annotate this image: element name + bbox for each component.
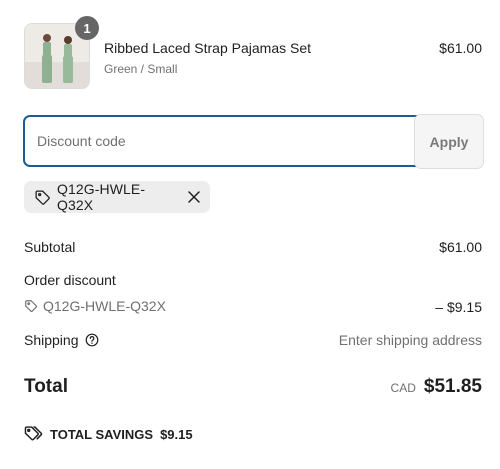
total-value: $51.85 — [423, 376, 482, 397]
product-variant: Green / Small — [104, 62, 178, 76]
shipping-row: Shipping — [24, 332, 99, 348]
applied-discount-chip: Q12G-HWLE-Q32X — [24, 181, 210, 213]
tag-icon — [24, 299, 38, 313]
applied-discount-code: Q12G-HWLE-Q32X — [57, 181, 146, 213]
help-icon[interactable] — [85, 333, 99, 347]
shipping-value: Enter shipping address — [338, 332, 482, 348]
tags-icon — [24, 425, 43, 443]
shipping-label: Shipping — [24, 332, 79, 348]
subtotal-label: Subtotal — [24, 239, 76, 255]
total-label: Total — [24, 376, 68, 397]
remove-discount-icon[interactable] — [187, 190, 201, 204]
savings-label: TOTAL SAVINGS — [50, 426, 154, 442]
total-savings: TOTAL SAVINGS $9.15 — [24, 425, 193, 443]
savings-value: $9.15 — [160, 426, 193, 442]
discount-code-input[interactable] — [23, 115, 423, 167]
discount-code-text: Q12G-HWLE-Q32X — [43, 298, 166, 314]
product-title: Ribbed Laced Strap Pajamas Set — [104, 40, 312, 56]
total-amount: CAD $51.85 — [391, 376, 482, 398]
tag-icon — [34, 189, 51, 206]
currency-code: CAD — [390, 381, 416, 395]
apply-button[interactable]: Apply — [414, 114, 484, 169]
discount-code-row: Q12G-HWLE-Q32X — [24, 298, 166, 314]
discount-value: – $9.15 — [435, 299, 482, 315]
subtotal-value: $61.00 — [439, 239, 482, 255]
quantity-badge: 1 — [75, 16, 99, 40]
product-price: $61.00 — [439, 40, 482, 56]
order-discount-label: Order discount — [24, 272, 116, 288]
